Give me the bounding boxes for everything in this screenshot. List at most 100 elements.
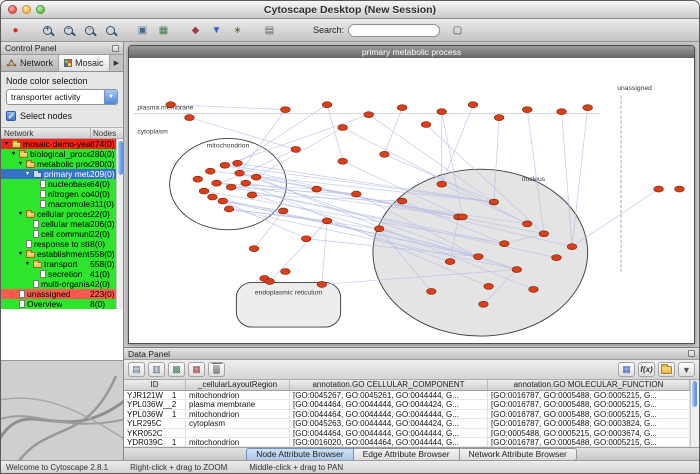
tree-item[interactable]: secretion41(0)	[1, 269, 116, 279]
network-node[interactable]	[241, 180, 251, 186]
network-node[interactable]	[421, 122, 431, 128]
table-row[interactable]: YKR052C[GO:0044464, GO:0044444, GO:00444…	[124, 429, 690, 438]
zoom-fit-icon[interactable]	[101, 22, 120, 39]
tree-toggle-icon[interactable]: ▼	[24, 169, 31, 179]
network-node[interactable]	[529, 286, 539, 292]
function-builder-icon[interactable]: f(x)	[638, 362, 655, 377]
network-node[interactable]	[278, 208, 288, 214]
network-node[interactable]	[212, 180, 222, 186]
tree-toggle-icon[interactable]: ▼	[24, 259, 31, 269]
network-node[interactable]	[322, 102, 332, 108]
tree-scrollbar[interactable]	[116, 139, 123, 309]
tree-toggle-icon[interactable]: ▼	[10, 149, 17, 159]
table-row[interactable]: YLR295Ccytoplasm[GO:0045263, GO:0044444,…	[124, 419, 690, 428]
map-ontology-icon[interactable]: ▼	[678, 362, 695, 377]
tab-network[interactable]: Network	[1, 55, 59, 71]
network-node[interactable]	[473, 254, 483, 260]
table-column-header[interactable]: annotation.GO CELLULAR_COMPONENT	[290, 380, 488, 390]
network-node[interactable]	[220, 162, 230, 168]
network-edge[interactable]	[327, 105, 343, 162]
network-node[interactable]	[301, 236, 311, 242]
network-node[interactable]	[265, 278, 275, 284]
network-node[interactable]	[675, 186, 685, 192]
table-row[interactable]: YPL036W__2plasma membrane[GO:0044464, GO…	[124, 400, 690, 409]
network-node[interactable]	[539, 231, 549, 237]
destroy-network-icon[interactable]: ●	[6, 22, 25, 39]
network-node[interactable]	[322, 218, 332, 224]
network-edge[interactable]	[270, 221, 327, 282]
tree-item[interactable]: response to stimulus8(0)	[1, 239, 116, 249]
float-panel-icon[interactable]	[112, 45, 119, 52]
table-row[interactable]: YPL036W__1mitochondrion[GO:0044464, GO:0…	[124, 410, 690, 419]
tab-node-attribute-browser[interactable]: Node Attribute Browser	[246, 448, 353, 461]
network-node[interactable]	[226, 184, 236, 190]
network-node[interactable]	[291, 146, 301, 152]
minimize-button[interactable]	[22, 5, 31, 14]
tree-toggle-icon[interactable]: ▼	[17, 249, 24, 259]
network-node[interactable]	[251, 174, 261, 180]
network-edge[interactable]	[384, 108, 402, 155]
tree-scrollbar-thumb[interactable]	[118, 141, 123, 175]
network-node[interactable]	[166, 102, 176, 108]
table-row[interactable]: YDR039C__1mitochondrion[GO:0016020, GO:0…	[124, 438, 690, 447]
network-window-titlebar[interactable]: primary metabolic process	[129, 46, 694, 58]
network-node[interactable]	[397, 198, 407, 204]
tree-item[interactable]: ▼transport558(0)	[1, 259, 116, 269]
network-node[interactable]	[437, 109, 447, 115]
network-node[interactable]	[247, 192, 257, 198]
tab-mosaic[interactable]: Mosaic	[59, 55, 110, 71]
plugin-manager-icon[interactable]: ∗	[228, 22, 247, 39]
network-edge[interactable]	[572, 189, 659, 247]
network-edge[interactable]	[239, 110, 285, 174]
network-edge[interactable]	[252, 195, 402, 201]
tree-item[interactable]: ▼metabolic process280(0)	[1, 159, 116, 169]
network-node[interactable]	[468, 102, 478, 108]
delete-attribute-icon[interactable]: ▦	[188, 362, 205, 377]
trash-icon[interactable]	[208, 362, 225, 377]
network-node[interactable]	[338, 158, 348, 164]
network-node[interactable]	[206, 168, 216, 174]
layout-icon[interactable]: ▦	[154, 22, 173, 39]
tree-toggle-icon[interactable]: ▼	[3, 139, 10, 149]
network-node[interactable]	[338, 125, 348, 131]
zoom-in-icon[interactable]: +	[38, 22, 57, 39]
tab-network-attribute-browser[interactable]: Network Attribute Browser	[460, 448, 577, 461]
network-node[interactable]	[397, 105, 407, 111]
network-node[interactable]	[364, 112, 374, 118]
float-data-panel-icon[interactable]	[688, 350, 695, 357]
network-node[interactable]	[499, 241, 509, 247]
tree-item[interactable]: ▼establishment of locali...558(0)	[1, 249, 116, 259]
tree-item[interactable]: nucleobase, nucleoside...64(0)	[1, 179, 116, 189]
select-nodes-checkbox[interactable]: ✓ Select nodes	[6, 111, 118, 121]
tab-edge-attribute-browser[interactable]: Edge Attribute Browser	[354, 448, 460, 461]
tree-item[interactable]: multi-organism process42(0)	[1, 279, 116, 289]
network-node[interactable]	[557, 109, 567, 115]
network-edge[interactable]	[225, 115, 369, 166]
search-input[interactable]	[348, 24, 440, 37]
network-overview[interactable]	[1, 360, 123, 460]
network-edge[interactable]	[322, 221, 327, 285]
network-node[interactable]	[208, 194, 218, 200]
filter-icon[interactable]: ▼	[207, 22, 226, 39]
network-node[interactable]	[281, 107, 291, 113]
select-attributes-icon[interactable]: ▤	[128, 362, 145, 377]
table-scrollbar[interactable]	[690, 380, 699, 447]
network-node[interactable]	[185, 115, 195, 121]
vizmapper-icon[interactable]: ◆	[186, 22, 205, 39]
attribute-matrix-icon[interactable]: ▦	[618, 362, 635, 377]
network-node[interactable]	[489, 199, 499, 205]
network-node[interactable]	[281, 269, 291, 275]
network-node[interactable]	[458, 214, 468, 220]
zoom-button[interactable]	[36, 5, 45, 14]
network-node[interactable]	[494, 115, 504, 121]
zoom-out-icon[interactable]: −	[59, 22, 78, 39]
network-node[interactable]	[218, 198, 228, 204]
network-node[interactable]	[380, 151, 390, 157]
unselect-attributes-icon[interactable]: ▥	[148, 362, 165, 377]
network-node[interactable]	[199, 188, 209, 194]
tree-item[interactable]: unassigned223(0)	[1, 289, 116, 299]
tree-item[interactable]: ▼biological_process280(0)	[1, 149, 116, 159]
network-node[interactable]	[484, 283, 494, 289]
zoom-selected-icon[interactable]: ▫	[80, 22, 99, 39]
network-node[interactable]	[654, 186, 664, 192]
